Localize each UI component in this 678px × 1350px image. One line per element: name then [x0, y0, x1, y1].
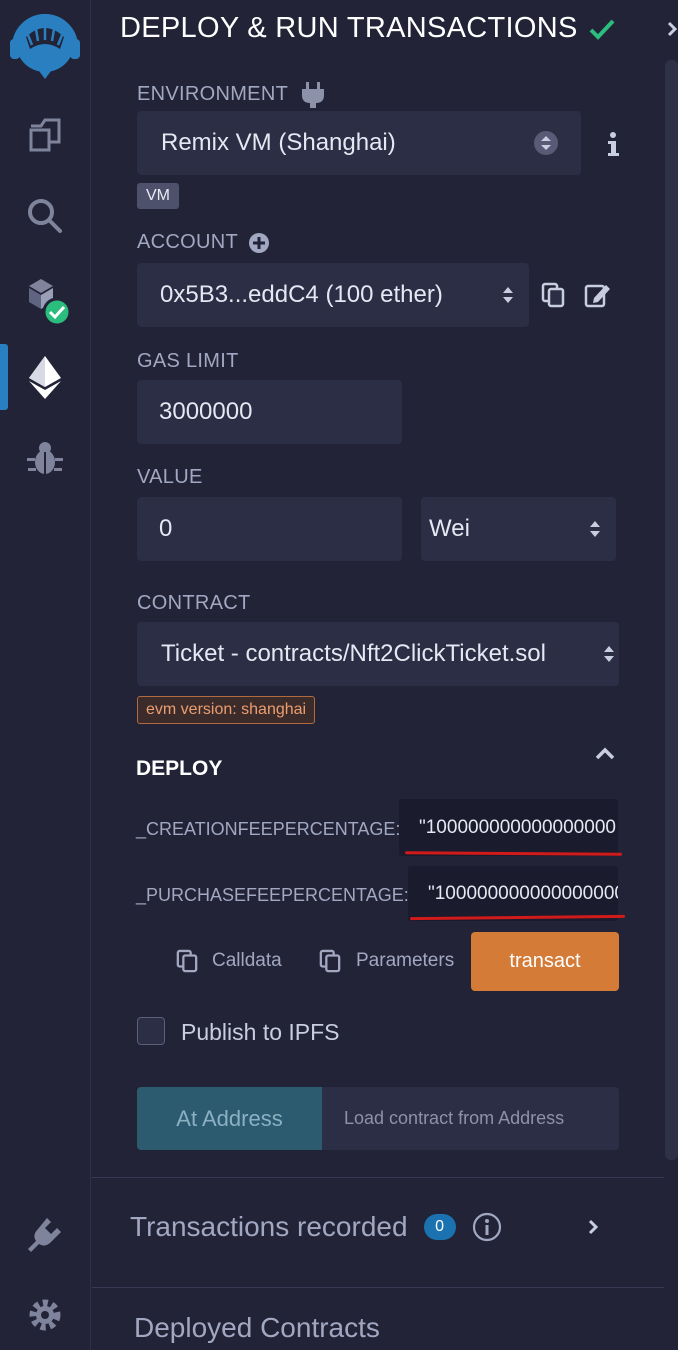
icon-sidebar — [0, 0, 91, 1350]
vm-badge: VM — [137, 183, 179, 209]
chevron-right-icon[interactable] — [584, 1217, 602, 1237]
solidity-compiler-icon[interactable] — [0, 272, 90, 328]
scrollbar[interactable] — [665, 60, 678, 1160]
page-title: DEPLOY & RUN TRANSACTIONS — [120, 12, 578, 44]
select-arrows-icon — [590, 521, 600, 537]
evm-version-badge: evm version: shanghai — [137, 696, 316, 724]
divider — [92, 1177, 664, 1178]
info-icon[interactable] — [606, 131, 620, 157]
select-arrows-icon — [534, 131, 558, 155]
settings-icon[interactable] — [0, 1293, 90, 1337]
search-icon[interactable] — [0, 194, 90, 238]
deploy-title: DEPLOY — [136, 757, 223, 780]
deployed-contracts-header[interactable]: Deployed Contracts — [134, 1312, 380, 1344]
divider — [92, 1287, 664, 1288]
purchase-fee-input[interactable]: "100000000000000000 — [408, 866, 618, 921]
publish-ipfs-checkbox[interactable] — [137, 1017, 165, 1045]
creation-fee-input[interactable]: "100000000000000000 — [399, 799, 618, 856]
check-icon — [589, 19, 615, 40]
at-address-button[interactable]: At Address — [137, 1087, 322, 1150]
gas-limit-label: GAS LIMIT — [137, 350, 239, 372]
copy-icon — [176, 949, 198, 973]
transactions-count-badge: 0 — [423, 1214, 456, 1240]
transact-button[interactable]: transact — [471, 932, 619, 991]
value-unit-select[interactable]: Wei — [421, 497, 616, 561]
value-label: VALUE — [137, 466, 203, 488]
copy-icon — [319, 949, 341, 973]
publish-ipfs-label: Publish to IPFS — [181, 1019, 340, 1045]
chevron-right-icon[interactable] — [662, 19, 678, 39]
account-label: ACCOUNT — [137, 231, 270, 254]
purchase-fee-label: _PURCHASEFEEPERCENTAGE: — [136, 885, 409, 905]
contract-label: CONTRACT — [137, 592, 251, 614]
value-input[interactable]: 0 — [137, 497, 402, 561]
chevron-up-icon[interactable] — [594, 746, 616, 762]
deploy-run-panel: DEPLOY & RUN TRANSACTIONS ENVIRONMENT Re… — [92, 0, 678, 1350]
contract-select[interactable]: Ticket - contracts/Nft2ClickTicket.sol — [137, 622, 619, 686]
copy-icon[interactable] — [541, 282, 565, 308]
select-arrows-icon — [503, 287, 513, 303]
remix-logo-icon[interactable] — [0, 6, 90, 84]
info-circle-icon[interactable] — [472, 1212, 502, 1242]
edit-icon[interactable] — [584, 282, 612, 308]
parameters-button[interactable]: Parameters — [319, 949, 454, 973]
panel-header: DEPLOY & RUN TRANSACTIONS — [120, 12, 678, 45]
plugin-manager-icon[interactable] — [0, 1212, 90, 1256]
deploy-run-icon[interactable] — [0, 354, 90, 400]
plug-icon — [302, 82, 325, 108]
transactions-recorded-header[interactable]: Transactions recorded 0 — [130, 1211, 602, 1243]
select-arrows-icon — [604, 646, 614, 662]
account-select[interactable]: 0x5B3...eddC4 (100 ether) — [137, 263, 529, 327]
environment-label: ENVIRONMENT — [137, 80, 326, 108]
gas-limit-input[interactable]: 3000000 — [137, 380, 402, 444]
calldata-button[interactable]: Calldata — [176, 949, 282, 973]
plus-circle-icon[interactable] — [248, 232, 270, 254]
creation-fee-label: _CREATIONFEEPERCENTAGE: — [136, 819, 401, 839]
debugger-icon[interactable] — [0, 436, 90, 480]
environment-select[interactable]: Remix VM (Shanghai) — [137, 111, 581, 175]
file-explorer-icon[interactable] — [0, 112, 90, 156]
load-contract-address-input[interactable]: Load contract from Address — [322, 1087, 619, 1150]
